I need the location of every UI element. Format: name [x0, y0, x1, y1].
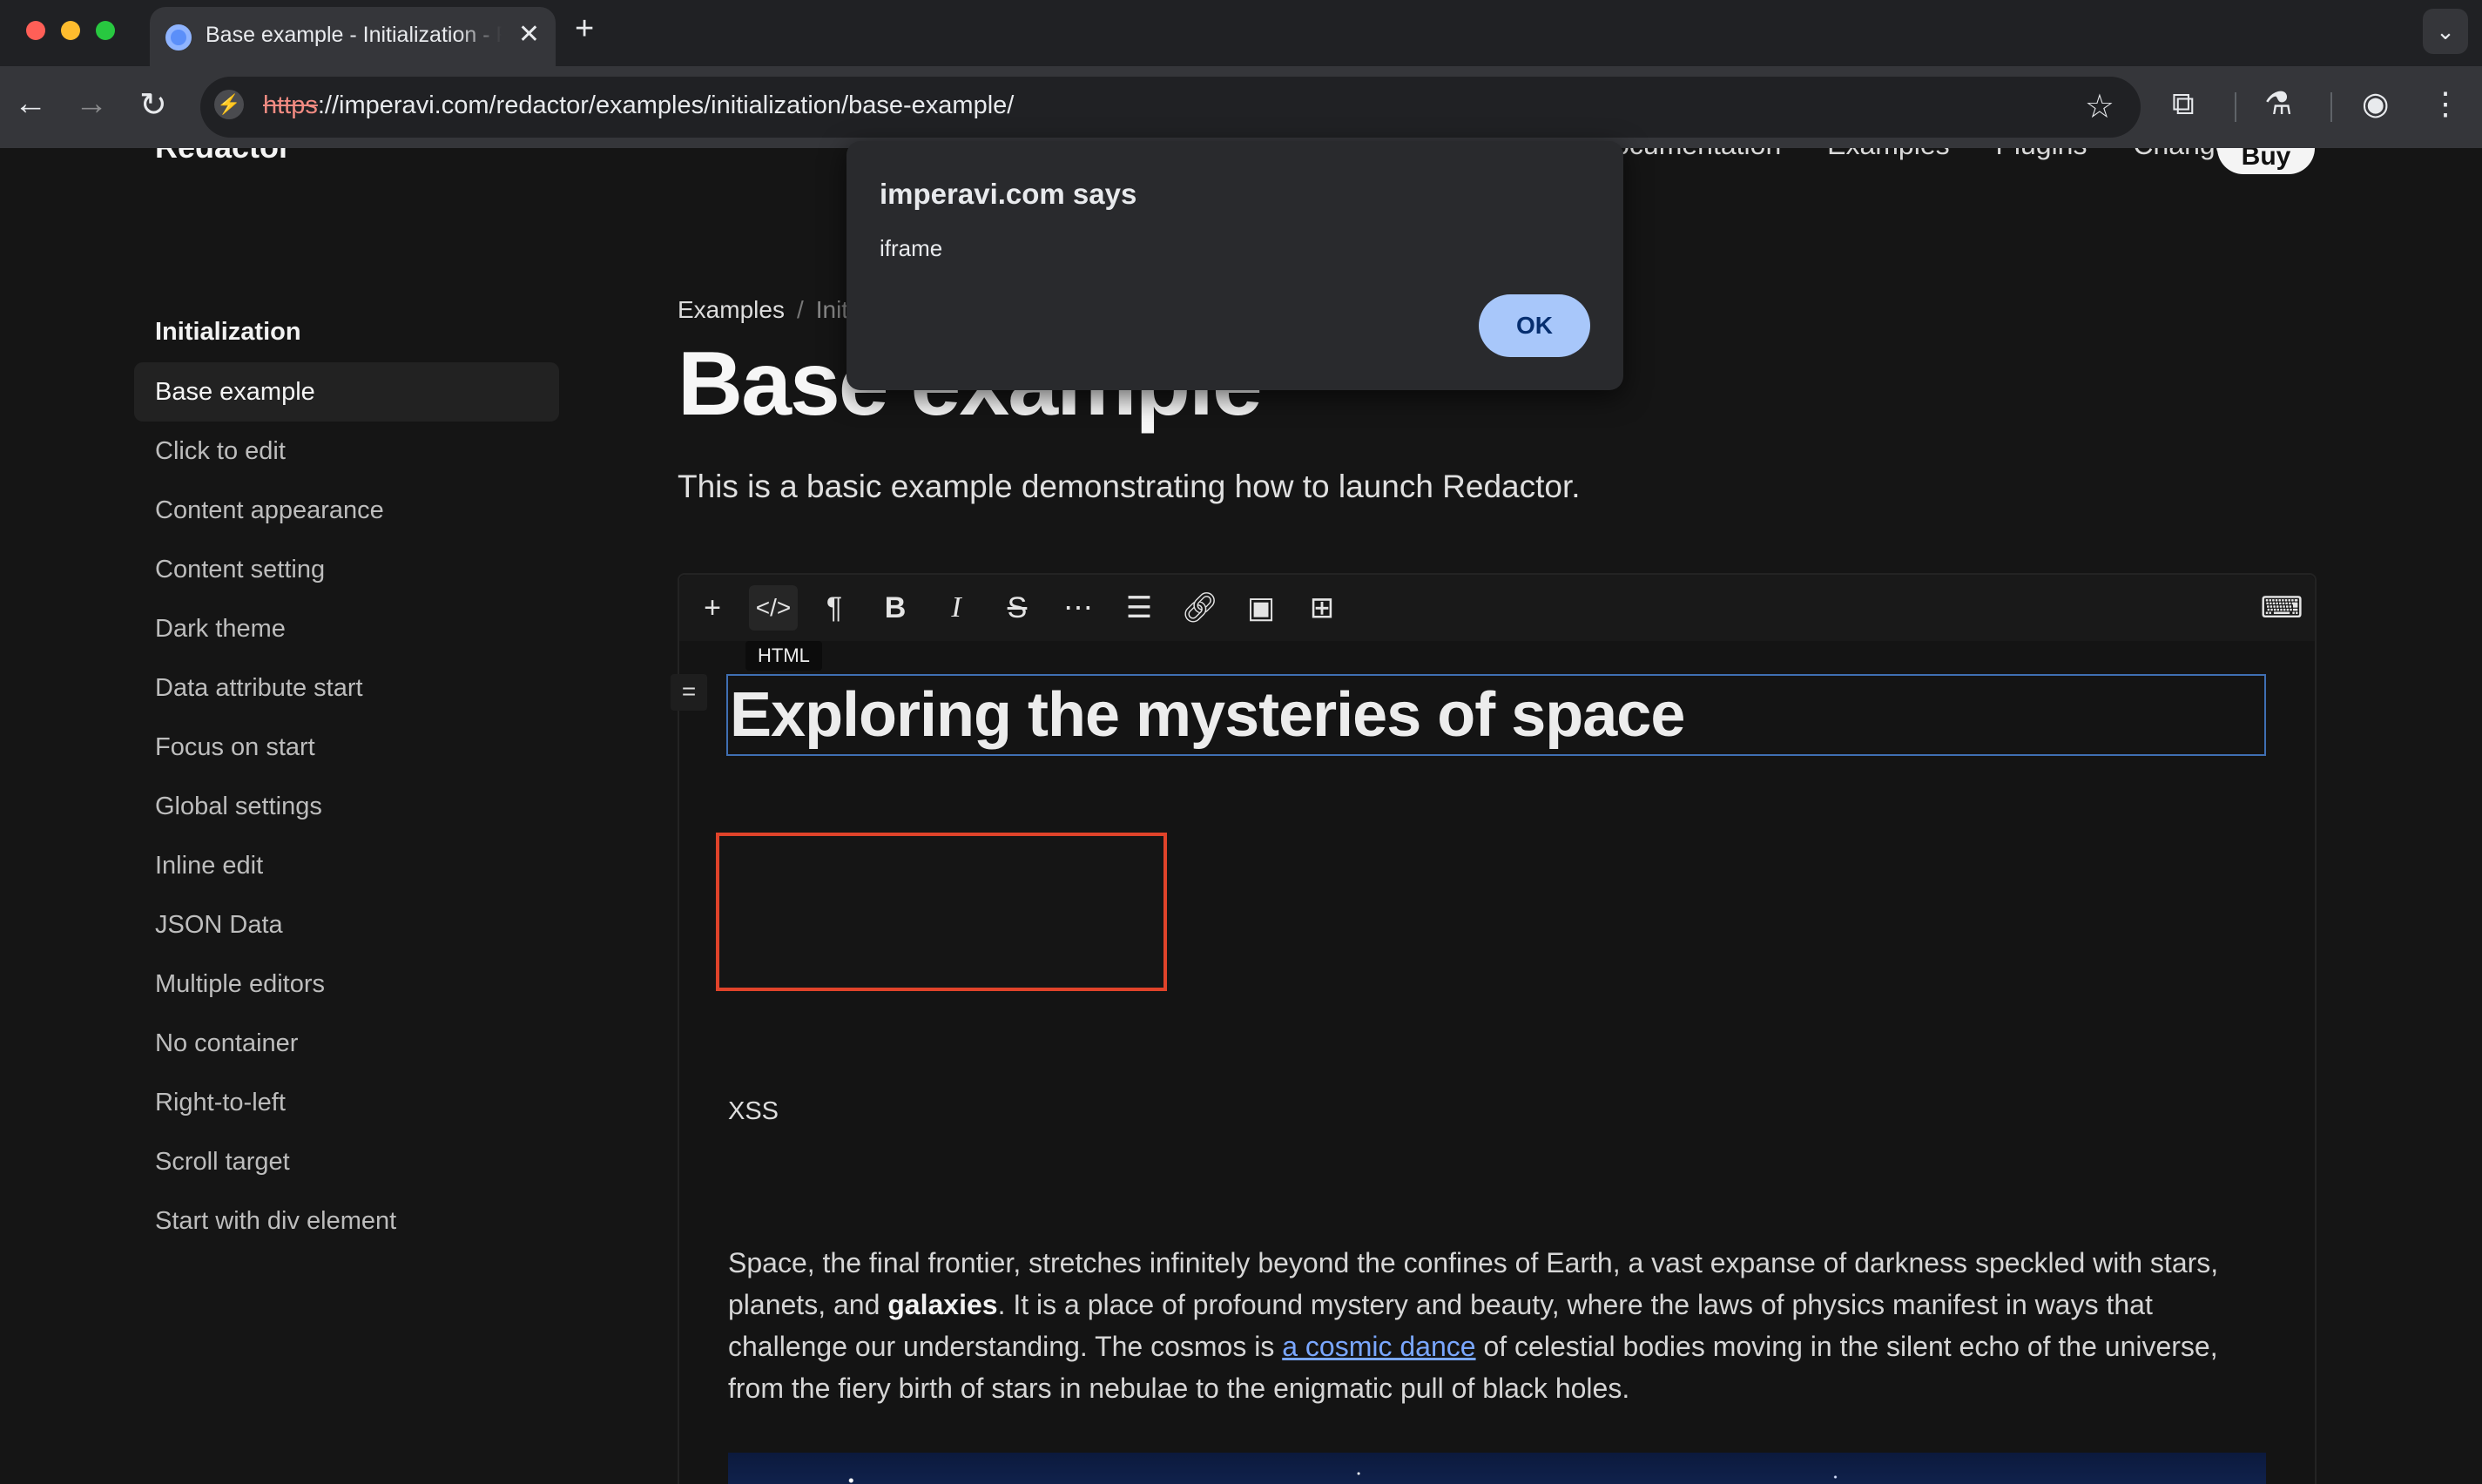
nav-link-examples[interactable]: Examples — [1827, 148, 1950, 160]
add-icon[interactable]: + — [688, 585, 737, 631]
tab-title: Base example - Initialization - Redactor — [206, 23, 502, 47]
editor-paragraph[interactable]: Space, the final frontier, stretches inf… — [728, 1242, 2266, 1409]
sidebar-heading: Initialization — [155, 318, 301, 346]
browser-toolbar: ← → ↻ ⚡ https://imperavi.com/redactor/ex… — [0, 66, 2482, 148]
editor-toolbar: + </> ¶ B I S ⋯ ☰ 🔗︎ ▣ ⊞ ⌨ — [679, 575, 2315, 641]
url-scheme: https — [263, 91, 318, 119]
image-icon[interactable]: ▣ — [1237, 585, 1285, 631]
alert-dialog: imperavi.com says iframe OK — [846, 141, 1623, 390]
dialog-ok-button[interactable]: OK — [1479, 294, 1590, 357]
sidebar-item-click-to-edit[interactable]: Click to edit — [134, 422, 559, 481]
cosmic-dance-link[interactable]: a cosmic dance — [1282, 1331, 1475, 1362]
sidebar-item-json-data[interactable]: JSON Data — [134, 895, 559, 954]
close-window-button[interactable] — [26, 21, 45, 40]
editor-heading[interactable]: Exploring the mysteries of space — [730, 679, 1685, 751]
menu-kebab-icon[interactable]: ⋮ — [2430, 85, 2461, 122]
browser-tab-strip: Base example - Initialization - Redactor… — [0, 0, 2482, 66]
sidebar-item-multiple-editors[interactable]: Multiple editors — [134, 954, 559, 1014]
shortcuts-icon[interactable]: ⌨ — [2257, 585, 2306, 631]
dialog-message: iframe — [880, 235, 943, 261]
tab-close-icon[interactable]: ✕ — [518, 19, 540, 50]
profile-icon[interactable]: ◉ — [2362, 85, 2389, 122]
breadcrumb-separator: / — [796, 296, 804, 323]
strike-icon[interactable]: S — [993, 585, 1042, 631]
nav-link-plugins[interactable]: Plugins — [1996, 148, 2087, 160]
link-icon[interactable]: 🔗︎ — [1176, 585, 1224, 631]
embedded-iframe — [716, 833, 1167, 991]
paragraph-bold-text: galaxies — [887, 1289, 998, 1320]
address-bar[interactable]: ⚡ https://imperavi.com/redactor/examples… — [200, 77, 2141, 138]
url-rest: ://imperavi.com/redactor/examples/initia… — [317, 91, 1015, 119]
top-nav: Documentation Examples Plugins Changelog — [1594, 148, 2306, 161]
xss-text[interactable]: XSS — [728, 1097, 779, 1126]
toolbar-divider — [2330, 92, 2332, 122]
space-image[interactable] — [728, 1453, 2266, 1484]
new-tab-button[interactable]: + — [575, 10, 594, 48]
tab-favicon-icon — [165, 24, 192, 51]
block-drag-handle[interactable]: = — [671, 674, 707, 711]
editor-heading-block[interactable]: Exploring the mysteries of space — [726, 674, 2266, 756]
bold-icon[interactable]: B — [871, 585, 920, 631]
sidebar-item-inline-edit[interactable]: Inline edit — [134, 836, 559, 895]
buy-button[interactable]: Buy — [2217, 148, 2315, 174]
html-icon[interactable]: </> — [749, 585, 798, 631]
sidebar-item-scroll-target[interactable]: Scroll target — [134, 1132, 559, 1191]
reload-icon[interactable]: ↻ — [139, 85, 167, 125]
minimize-window-button[interactable] — [61, 21, 80, 40]
sidebar-item-focus-on-start[interactable]: Focus on start — [134, 718, 559, 777]
sidebar-item-dark-theme[interactable]: Dark theme — [134, 599, 559, 658]
format-icon[interactable]: ¶ — [810, 585, 859, 631]
url-text[interactable]: https://imperavi.com/redactor/examples/i… — [263, 91, 1014, 120]
sidebar-item-content-setting[interactable]: Content setting — [134, 540, 559, 599]
html-tooltip: HTML — [745, 641, 822, 671]
list-icon[interactable]: ☰ — [1115, 585, 1163, 631]
more-icon[interactable]: ⋯ — [1054, 585, 1103, 631]
table-icon[interactable]: ⊞ — [1298, 585, 1346, 631]
sidebar-item-no-container[interactable]: No container — [134, 1014, 559, 1073]
site-info-icon[interactable]: ⚡ — [214, 90, 244, 119]
browser-tab[interactable]: Base example - Initialization - Redactor… — [150, 7, 556, 66]
page-description: This is a basic example demonstrating ho… — [678, 469, 1581, 504]
sidebar: Initialization Base example Click to edi… — [134, 301, 559, 1251]
extensions-icon[interactable]: ⧉ — [2172, 85, 2195, 123]
back-arrow-icon[interactable]: ← — [14, 85, 47, 123]
sidebar-item-start-with-div[interactable]: Start with div element — [134, 1191, 559, 1251]
sidebar-item-base-example[interactable]: Base example — [134, 362, 559, 422]
sidebar-item-content-appearance[interactable]: Content appearance — [134, 481, 559, 540]
toolbar-divider — [2235, 92, 2236, 122]
redactor-editor: + </> ¶ B I S ⋯ ☰ 🔗︎ ▣ ⊞ ⌨ HTML = Explor… — [671, 573, 2317, 1484]
maximize-window-button[interactable] — [96, 21, 115, 40]
forward-arrow-icon[interactable]: → — [75, 85, 108, 123]
sidebar-item-data-attribute-start[interactable]: Data attribute start — [134, 658, 559, 718]
breadcrumb-examples[interactable]: Examples — [678, 296, 785, 323]
sidebar-item-global-settings[interactable]: Global settings — [134, 777, 559, 836]
dialog-title: imperavi.com says — [880, 178, 1137, 210]
site-logo[interactable]: Redactor — [155, 148, 291, 165]
labs-flask-icon[interactable]: ⚗ — [2264, 85, 2292, 122]
italic-icon[interactable]: I — [932, 585, 981, 631]
sidebar-item-right-to-left[interactable]: Right-to-left — [134, 1073, 559, 1132]
tab-search-button[interactable]: ⌄ — [2423, 9, 2468, 54]
bookmark-star-icon[interactable]: ☆ — [2085, 87, 2114, 126]
